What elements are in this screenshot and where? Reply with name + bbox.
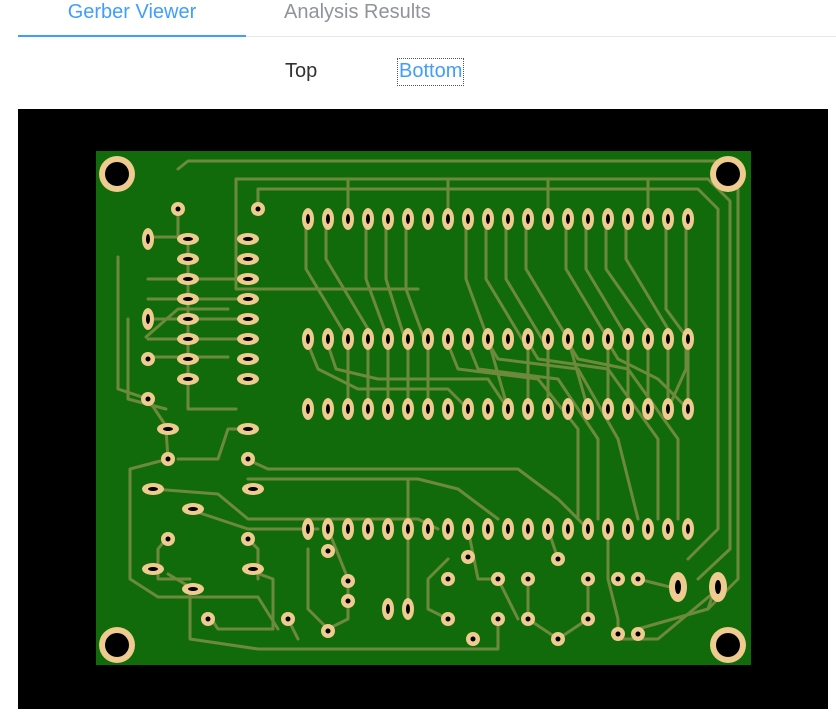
tab-gerber-viewer[interactable]: Gerber Viewer bbox=[18, 0, 246, 36]
gerber-canvas[interactable] bbox=[18, 109, 828, 709]
top-layer-button[interactable]: Top bbox=[285, 58, 317, 84]
tab-analysis-results[interactable]: Analysis Results bbox=[284, 0, 431, 36]
bottom-layer-button[interactable]: Bottom bbox=[397, 58, 465, 86]
pcb-render bbox=[96, 151, 751, 665]
active-tab-indicator bbox=[18, 35, 246, 37]
tab-bar: Gerber Viewer Analysis Results bbox=[18, 0, 836, 37]
